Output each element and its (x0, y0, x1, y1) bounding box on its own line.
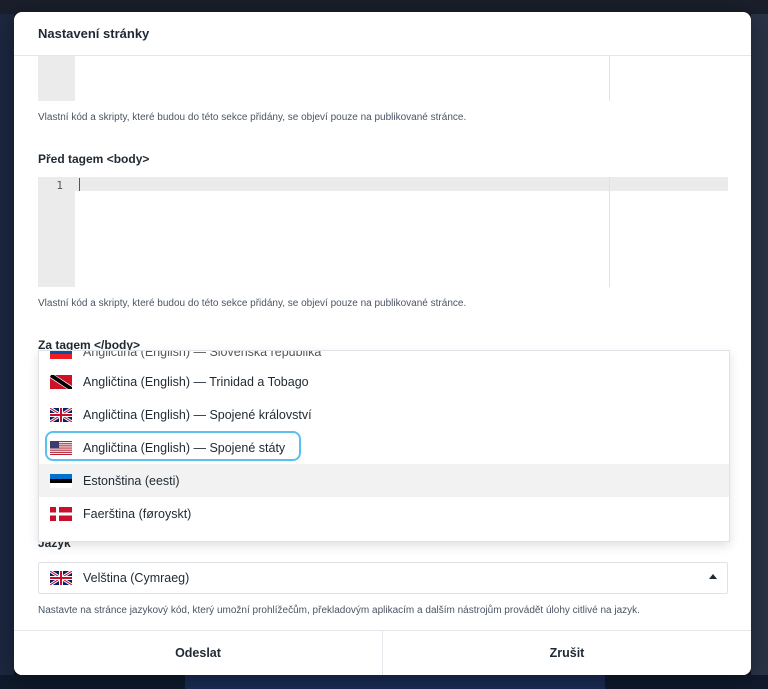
language-option[interactable]: Faerština (føroyskt) (39, 497, 729, 530)
flag-trinidad-icon (50, 374, 72, 389)
flag-denmark-icon (50, 506, 72, 521)
language-option[interactable]: Angličtina (English) — Trinidad a Tobago (39, 365, 729, 398)
language-label: Jazyk (38, 542, 71, 550)
flag-estonia-icon (50, 473, 72, 488)
language-option-label: Faerština (føroyskt) (83, 506, 192, 521)
before-body-label: Před tagem <body> (38, 152, 150, 166)
language-option-label: Angličtina (English) — Trinidad a Tobago (83, 374, 309, 389)
submit-button[interactable]: Odeslat (14, 631, 382, 675)
flag-slovakia-icon (50, 351, 72, 359)
language-select[interactable]: Velština (Cymraeg) (38, 562, 728, 594)
language-hint-text: Nastavte na stránce jazykový kód, který … (38, 605, 640, 616)
cancel-button[interactable]: Zrušit (382, 631, 751, 675)
code-hint-text: Vlastní kód a skripty, které budou do té… (38, 298, 467, 309)
caret-up-icon[interactable] (709, 574, 717, 579)
line-gutter (38, 56, 75, 101)
text-cursor (79, 178, 80, 191)
language-option-hover[interactable]: Estonština (eesti) (39, 464, 729, 497)
dialog-body: Vlastní kód a skripty, které budou do té… (14, 56, 751, 630)
page-settings-dialog: Nastavení stránky Vlastní kód a skripty,… (14, 12, 751, 675)
flag-us-icon (50, 440, 72, 455)
code-hint-text: Vlastní kód a skripty, které budou do té… (38, 112, 467, 123)
language-option-label: Estonština (eesti) (83, 473, 180, 488)
language-option-label: Angličtina (English) — Spojené královstv… (83, 407, 312, 422)
flag-uk-icon (50, 407, 72, 422)
flag-uk-icon (50, 571, 72, 585)
head-code-editor[interactable] (38, 56, 728, 101)
language-option-selected[interactable]: Angličtina (English) — Spojené státy (39, 431, 729, 464)
language-option[interactable]: Angličtina (English) — Spojené královstv… (39, 398, 729, 431)
language-select-value: Velština (Cymraeg) (83, 571, 190, 585)
dialog-title: Nastavení stránky (14, 12, 751, 56)
before-body-code-editor[interactable]: 1 (38, 177, 728, 287)
language-dropdown-list[interactable]: Angličtina (English) — Slovenská republi… (38, 350, 730, 542)
dialog-footer: Odeslat Zrušit (14, 630, 751, 675)
language-option-label: Angličtina (English) — Spojené státy (83, 440, 286, 455)
language-option-label: Angličtina (English) — Slovenská republi… (83, 350, 322, 359)
line-number: 1 (56, 179, 63, 192)
line-gutter: 1 (38, 177, 75, 287)
